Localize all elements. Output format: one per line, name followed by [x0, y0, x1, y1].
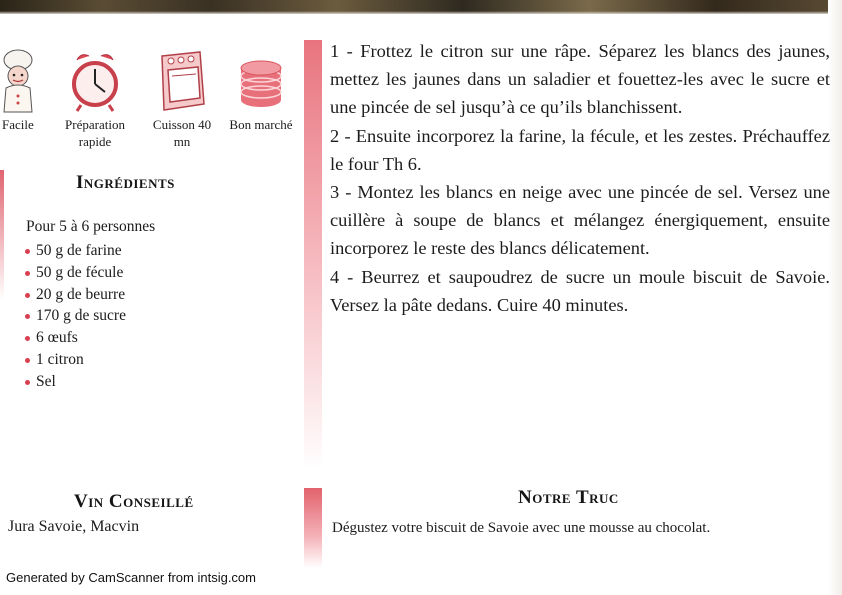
step-3: 3 - Montez les blancs en neige avec une …	[330, 182, 830, 259]
top-photo-strip	[0, 0, 842, 14]
wine-text: Jura Savoie, Macvin	[8, 518, 140, 535]
steps-accent-bar	[304, 40, 322, 470]
difficulty-label: Facile	[2, 117, 34, 132]
attribute-preparation: Préparation rapide	[54, 48, 136, 150]
attribute-difficulty: Facile	[0, 48, 40, 133]
chef-icon	[3, 49, 33, 113]
recipe-steps: 1 - Frottez le citron sur une râpe. Sépa…	[330, 37, 830, 319]
oven-icon	[161, 51, 205, 111]
page-edge-shadow	[828, 0, 842, 595]
ingredients-title: Ingrédients	[76, 172, 175, 193]
alarm-clock-icon	[72, 54, 118, 112]
attribute-cost: Bon marché	[220, 48, 302, 133]
ingredient-list: 50 g de farine 50 g de fécule 20 g de be…	[24, 240, 126, 393]
tip-accent-bar	[304, 488, 322, 568]
list-item: Sel	[24, 371, 126, 393]
wine-title: Vin Conseillé	[74, 491, 194, 512]
list-item: 170 g de sucre	[24, 305, 126, 327]
list-item: 50 g de fécule	[24, 262, 126, 284]
preparation-label: Préparation rapide	[65, 117, 125, 149]
list-item: 6 œufs	[24, 327, 126, 349]
coin-stack-icon	[240, 60, 282, 107]
list-item: 20 g de beurre	[24, 284, 126, 306]
recipe-attributes: Facile Préparation rapide Cuisson 40 mn	[0, 48, 300, 158]
cost-label: Bon marché	[229, 117, 293, 132]
step-1: 1 - Frottez le citron sur une râpe. Sépa…	[330, 41, 830, 118]
tip-title: Notre Truc	[518, 487, 619, 508]
scanner-footer: Generated by CamScanner from intsig.com	[6, 570, 256, 585]
list-item: 50 g de farine	[24, 240, 126, 262]
attribute-cooking: Cuisson 40 mn	[146, 48, 218, 150]
step-4: 4 - Beurrez et saupoudrez de sucre un mo…	[330, 266, 830, 315]
servings-text: Pour 5 à 6 personnes	[26, 218, 156, 235]
list-item: 1 citron	[24, 349, 126, 371]
left-accent-bar	[0, 170, 4, 300]
tip-text: Dégustez votre biscuit de Savoie avec un…	[332, 520, 711, 536]
step-2: 2 - Ensuite incorporez la farine, la féc…	[330, 125, 830, 174]
cooking-label: Cuisson 40 mn	[152, 117, 212, 149]
